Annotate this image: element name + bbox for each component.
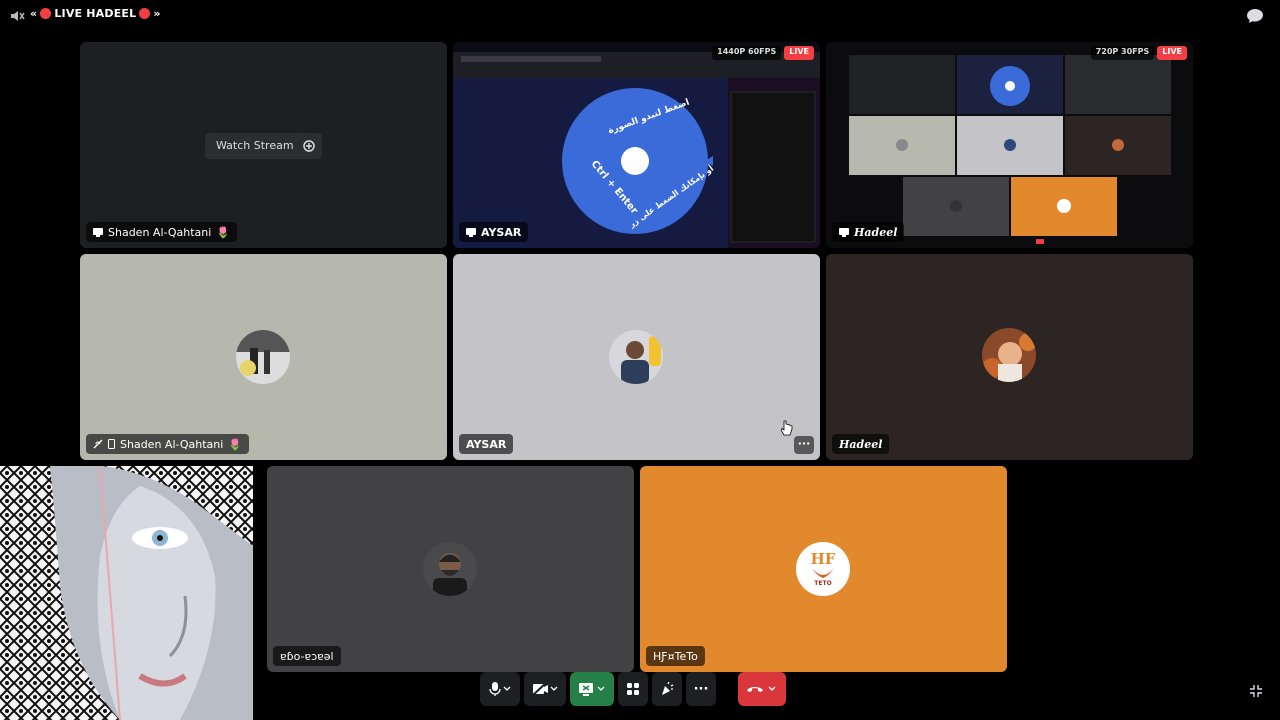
name-tag: Hadeel bbox=[832, 222, 905, 242]
title-prefix: « bbox=[30, 7, 38, 20]
logo-subtext: TETO bbox=[814, 580, 832, 587]
activities-button[interactable] bbox=[618, 672, 648, 706]
stream-badge: 720P 30FPS LIVE bbox=[1090, 46, 1187, 60]
live-badge: LIVE bbox=[784, 46, 814, 60]
chat-icon[interactable] bbox=[1246, 8, 1264, 24]
flower-emoji: 🌷 bbox=[228, 437, 243, 451]
camera-button[interactable] bbox=[524, 672, 566, 706]
avatar bbox=[423, 542, 477, 596]
soundboard-button[interactable] bbox=[652, 672, 682, 706]
screen-share-button[interactable] bbox=[570, 672, 614, 706]
tile-shaden[interactable]: Shaden Al-Qahtani 🌷 bbox=[80, 254, 447, 460]
activities-icon bbox=[627, 683, 639, 695]
title-suffix: » bbox=[153, 7, 161, 20]
screen-icon bbox=[93, 227, 103, 237]
name-tag: Shaden Al-Qahtani 🌷 bbox=[86, 222, 238, 242]
participant-name: ɐɓo-ɐɔɐǝl bbox=[280, 649, 334, 663]
screen-icon bbox=[839, 227, 849, 237]
cursor-icon bbox=[780, 420, 793, 440]
tile-aysar-stream[interactable]: اضغط لتبدو الصورة Ctrl + Enter أو بإمكان… bbox=[453, 42, 820, 248]
participant-name: Hadeel bbox=[839, 437, 883, 451]
participant-name: AYSAR bbox=[481, 225, 522, 239]
tile-abo-aseel[interactable]: ɐɓo-ɐɔɐǝl bbox=[267, 466, 634, 672]
red-circle-icon bbox=[40, 8, 52, 19]
microphone-icon bbox=[489, 682, 511, 696]
channel-title: « LIVE HADEEL » bbox=[30, 7, 161, 20]
tile-aysar[interactable]: AYSAR ··· bbox=[453, 254, 820, 460]
more-button[interactable]: ··· bbox=[686, 672, 716, 706]
participant-name: Hadeel bbox=[854, 225, 898, 239]
speaker-icon[interactable] bbox=[9, 8, 25, 24]
name-tag: AYSAR bbox=[459, 222, 529, 242]
hang-up-icon bbox=[747, 686, 776, 692]
deafened-icon bbox=[93, 439, 103, 449]
tile-hadeel-stream[interactable]: 720P 30FPS LIVE Hadeel bbox=[826, 42, 1193, 248]
more-options-button[interactable]: ··· bbox=[794, 436, 814, 454]
self-video-preview bbox=[0, 466, 253, 720]
name-tag: ɐɓo-ɐɔɐǝl bbox=[273, 646, 341, 666]
stream-quality: 1440P 60FPS bbox=[712, 46, 782, 60]
participant-name: AYSAR bbox=[466, 437, 507, 451]
participant-name: Shaden Al-Qahtani bbox=[120, 437, 224, 451]
watch-stream-button[interactable]: Watch Stream bbox=[205, 133, 305, 159]
tile-hadeel[interactable]: Hadeel bbox=[826, 254, 1193, 460]
tile-teto[interactable]: HF TETO HƑ¤TeTo bbox=[640, 466, 1007, 672]
flower-emoji: 🌷 bbox=[216, 225, 231, 239]
stream-screenshot bbox=[826, 42, 1193, 248]
popout-stream-icon[interactable] bbox=[296, 133, 322, 159]
live-badge: LIVE bbox=[1157, 46, 1187, 60]
title-text: LIVE HADEEL bbox=[54, 7, 137, 20]
name-tag: Hadeel bbox=[832, 434, 890, 454]
soundboard-icon bbox=[662, 681, 674, 695]
stream-quality: 720P 30FPS bbox=[1090, 46, 1155, 60]
participant-name: HƑ¤TeTo bbox=[653, 649, 698, 663]
name-tag: HƑ¤TeTo bbox=[646, 646, 705, 666]
avatar bbox=[982, 328, 1036, 382]
participant-name: Shaden Al-Qahtani bbox=[108, 225, 212, 239]
avatar bbox=[236, 330, 290, 384]
disconnect-button[interactable] bbox=[738, 672, 786, 706]
name-tag: Shaden Al-Qahtani 🌷 bbox=[86, 434, 250, 454]
red-circle-icon bbox=[139, 8, 151, 19]
call-controls: ··· bbox=[480, 672, 786, 706]
camera-off-icon bbox=[532, 681, 558, 697]
microphone-button[interactable] bbox=[480, 672, 520, 706]
name-tag: AYSAR bbox=[459, 434, 514, 454]
screen-icon bbox=[466, 227, 476, 237]
mobile-icon bbox=[108, 439, 115, 449]
exit-fullscreen-icon[interactable] bbox=[1249, 683, 1263, 697]
avatar bbox=[609, 330, 663, 384]
top-bar: « LIVE HADEEL » bbox=[0, 0, 1280, 32]
avatar: HF TETO bbox=[796, 542, 850, 596]
stream-badge: 1440P 60FPS LIVE bbox=[712, 46, 814, 60]
screen-share-icon bbox=[579, 683, 605, 696]
